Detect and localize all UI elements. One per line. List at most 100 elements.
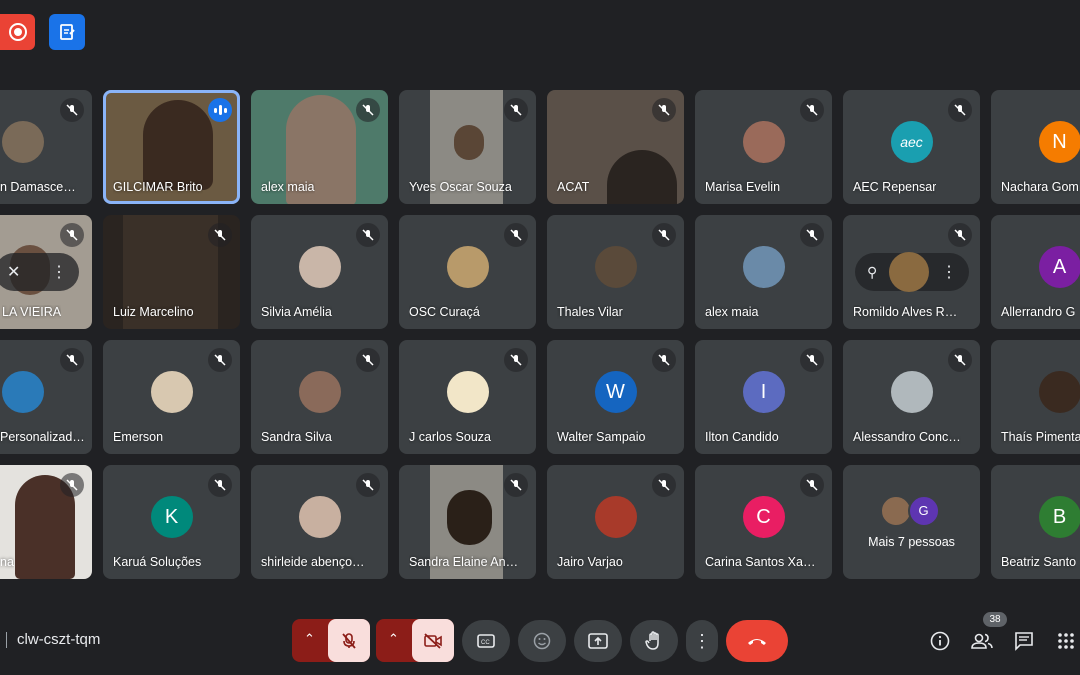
- avatar: K: [150, 495, 193, 538]
- present-screen-icon: [588, 633, 608, 649]
- more-participants-tile[interactable]: G Mais 7 pessoas: [843, 465, 980, 579]
- participant-name: Thaís Pimenta: [1001, 430, 1080, 444]
- participant-tile[interactable]: Thales Vilar: [547, 215, 684, 329]
- participant-tile[interactable]: Thaís Pimenta: [991, 340, 1080, 454]
- participant-tile[interactable]: ACAT: [547, 90, 684, 204]
- participant-tile[interactable]: Luiz Marcelino: [103, 215, 240, 329]
- speaking-indicator-icon: [208, 98, 232, 122]
- tile-hover-controls[interactable]: ✕ ⋮: [0, 253, 79, 291]
- avatar: I: [742, 370, 785, 413]
- participant-tile[interactable]: Personalizad…: [0, 340, 92, 454]
- participant-tile[interactable]: ⚲ ⋮ Romildo Alves R…: [843, 215, 980, 329]
- mic-toggle-button[interactable]: [328, 619, 370, 662]
- meeting-details-button[interactable]: [925, 626, 955, 656]
- people-button[interactable]: [967, 626, 997, 656]
- participant-tile[interactable]: B Beatriz Santo: [991, 465, 1080, 579]
- mic-off-icon: [504, 348, 528, 372]
- avatar: [446, 245, 489, 288]
- avatar: B: [1038, 495, 1080, 538]
- mic-off-icon: [800, 98, 824, 122]
- mic-off-icon: [948, 98, 972, 122]
- participant-tile[interactable]: W Walter Sampaio: [547, 340, 684, 454]
- captions-icon: CC: [477, 634, 495, 648]
- mic-off-icon: [504, 98, 528, 122]
- camera-options-chevron-icon[interactable]: ⌃: [388, 631, 399, 647]
- avatar: [446, 370, 489, 413]
- participant-tile[interactable]: K Karuá Soluções: [103, 465, 240, 579]
- participant-name: Marisa Evelin: [705, 180, 781, 194]
- emoji-button[interactable]: [518, 620, 566, 662]
- captions-button[interactable]: CC: [462, 620, 510, 662]
- participant-tile[interactable]: Yves Oscar Souza: [399, 90, 536, 204]
- participant-tile[interactable]: A Allerrandro G: [991, 215, 1080, 329]
- participant-name: AEC Repensar: [853, 180, 937, 194]
- avatar: [298, 370, 341, 413]
- present-button[interactable]: [574, 620, 622, 662]
- info-icon: [930, 631, 950, 651]
- mic-options-chevron-icon[interactable]: ⌃: [304, 631, 315, 647]
- camera-toggle-button[interactable]: [412, 619, 454, 662]
- participant-tile[interactable]: na: [0, 465, 92, 579]
- participant-tile[interactable]: alex maia: [251, 90, 388, 204]
- activities-grid-button[interactable]: [1052, 626, 1080, 656]
- participant-tile[interactable]: Sandra Elaine An…: [399, 465, 536, 579]
- participant-tile[interactable]: Sandra Silva: [251, 340, 388, 454]
- tile-hover-controls[interactable]: ⚲ ⋮: [855, 252, 969, 292]
- mic-off-icon: [652, 223, 676, 247]
- avatar: [889, 252, 930, 292]
- mic-off-icon: [504, 473, 528, 497]
- avatar: [1038, 370, 1080, 413]
- participant-tile[interactable]: ✕ ⋮ LA VIEIRA: [0, 215, 92, 329]
- participant-name: LA VIEIRA: [2, 305, 62, 319]
- mic-off-icon: [60, 348, 84, 372]
- participant-name: Nachara Gom: [1001, 180, 1079, 194]
- participant-name: Yves Oscar Souza: [409, 180, 512, 194]
- more-options-icon[interactable]: ⋮: [941, 262, 957, 282]
- emoji-icon: [533, 632, 551, 650]
- participant-tile[interactable]: Silvia Amélia: [251, 215, 388, 329]
- participant-tile[interactable]: OSC Curaçá: [399, 215, 536, 329]
- pin-icon[interactable]: ⚲: [867, 264, 877, 281]
- mic-off-icon: [60, 223, 84, 247]
- participant-tile[interactable]: n Damasce…: [0, 90, 92, 204]
- participant-tile[interactable]: alex maia: [695, 215, 832, 329]
- participant-tile[interactable]: I Ilton Candido: [695, 340, 832, 454]
- participant-tile[interactable]: Alessandro Conc…: [843, 340, 980, 454]
- mic-off-icon: [356, 348, 380, 372]
- more-participants-avatars: G: [879, 494, 940, 527]
- participant-tile[interactable]: Jairo Varjao: [547, 465, 684, 579]
- participant-tile[interactable]: N Nachara Gom: [991, 90, 1080, 204]
- avatar: [2, 120, 44, 163]
- hang-up-icon: [748, 639, 766, 645]
- participant-tile[interactable]: shirleide abenço…: [251, 465, 388, 579]
- people-icon: [971, 633, 993, 649]
- participant-name: Luiz Marcelino: [113, 305, 194, 319]
- participant-name: Walter Sampaio: [557, 430, 646, 444]
- avatar: [2, 370, 44, 413]
- participant-tile[interactable]: Marisa Evelin: [695, 90, 832, 204]
- raise-hand-button[interactable]: [630, 620, 678, 662]
- participant-name: Personalizad…: [0, 430, 85, 444]
- participant-name: alex maia: [261, 180, 315, 194]
- mic-off-icon: [356, 223, 380, 247]
- mic-off-icon: [342, 632, 356, 649]
- avatar: [298, 495, 341, 538]
- participant-tile[interactable]: Emerson: [103, 340, 240, 454]
- participant-name: GILCIMAR Brito: [113, 180, 203, 194]
- participant-tile[interactable]: aec AEC Repensar: [843, 90, 980, 204]
- participant-tile-active-speaker[interactable]: GILCIMAR Brito: [103, 90, 240, 204]
- chat-button[interactable]: [1009, 626, 1039, 656]
- more-options-icon[interactable]: ⋮: [51, 262, 67, 282]
- participant-tile[interactable]: J carlos Souza: [399, 340, 536, 454]
- end-call-button[interactable]: [726, 620, 788, 662]
- participant-name: alex maia: [705, 305, 759, 319]
- participant-name: n Damasce…: [0, 180, 76, 194]
- participant-tile[interactable]: C Carina Santos Xa…: [695, 465, 832, 579]
- mic-off-icon[interactable]: ✕: [7, 262, 20, 282]
- more-options-button[interactable]: ⋮: [686, 620, 718, 662]
- mic-off-icon: [652, 473, 676, 497]
- avatar: A: [1038, 245, 1080, 288]
- activities-grid-icon: [1058, 633, 1074, 649]
- participant-name: Emerson: [113, 430, 164, 444]
- more-vert-icon: ⋮: [693, 630, 711, 651]
